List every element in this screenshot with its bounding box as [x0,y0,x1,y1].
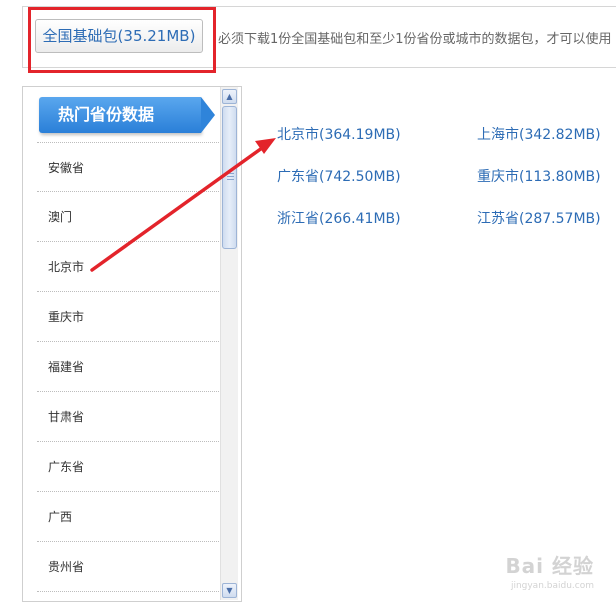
province-item[interactable]: 甘肃省 [37,392,221,442]
watermark-logo: Bai 经验 [505,554,594,578]
download-requirement-note: 必须下载1份全国基础包和至少1份省份或城市的数据包，才可以使用 [218,32,612,47]
province-item[interactable]: 澳门 [37,192,221,242]
city-link[interactable]: 江苏省(287.57MB) [477,208,601,228]
province-item[interactable]: 安徽省 [37,142,221,192]
scroll-up-icon[interactable]: ▲ [222,89,237,104]
grip-line [227,173,234,174]
province-item[interactable]: 北京市 [37,242,221,292]
panel-header: 热门省份数据 [39,97,215,133]
province-item[interactable]: 福建省 [37,342,221,392]
grip-line [227,176,234,177]
city-link[interactable]: 北京市(364.19MB) [277,124,401,144]
annotation-highlight-box [28,7,216,73]
watermark: Bai 经验 jingyan.baidu.com [464,550,594,602]
province-panel: 热门省份数据 安徽省 澳门 北京市 重庆市 福建省 甘肃省 广东省 广西 贵州省 [22,86,242,602]
province-item[interactable]: 贵州省 [37,542,221,592]
province-list: 安徽省 澳门 北京市 重庆市 福建省 甘肃省 广东省 广西 贵州省 [37,142,221,592]
city-link[interactable]: 重庆市(113.80MB) [477,166,601,186]
city-link[interactable]: 浙江省(266.41MB) [277,208,401,228]
province-item[interactable]: 广西 [37,492,221,542]
city-link[interactable]: 广东省(742.50MB) [277,166,401,186]
grip-line [227,179,234,180]
province-item[interactable]: 广东省 [37,442,221,492]
city-link[interactable]: 上海市(342.82MB) [477,124,601,144]
province-scrollbar[interactable]: ▲ ▼ [220,87,238,600]
province-item[interactable]: 重庆市 [37,292,221,342]
scrollbar-thumb[interactable] [222,106,237,249]
watermark-url: jingyan.baidu.com [510,581,594,591]
scroll-down-icon[interactable]: ▼ [222,583,237,598]
